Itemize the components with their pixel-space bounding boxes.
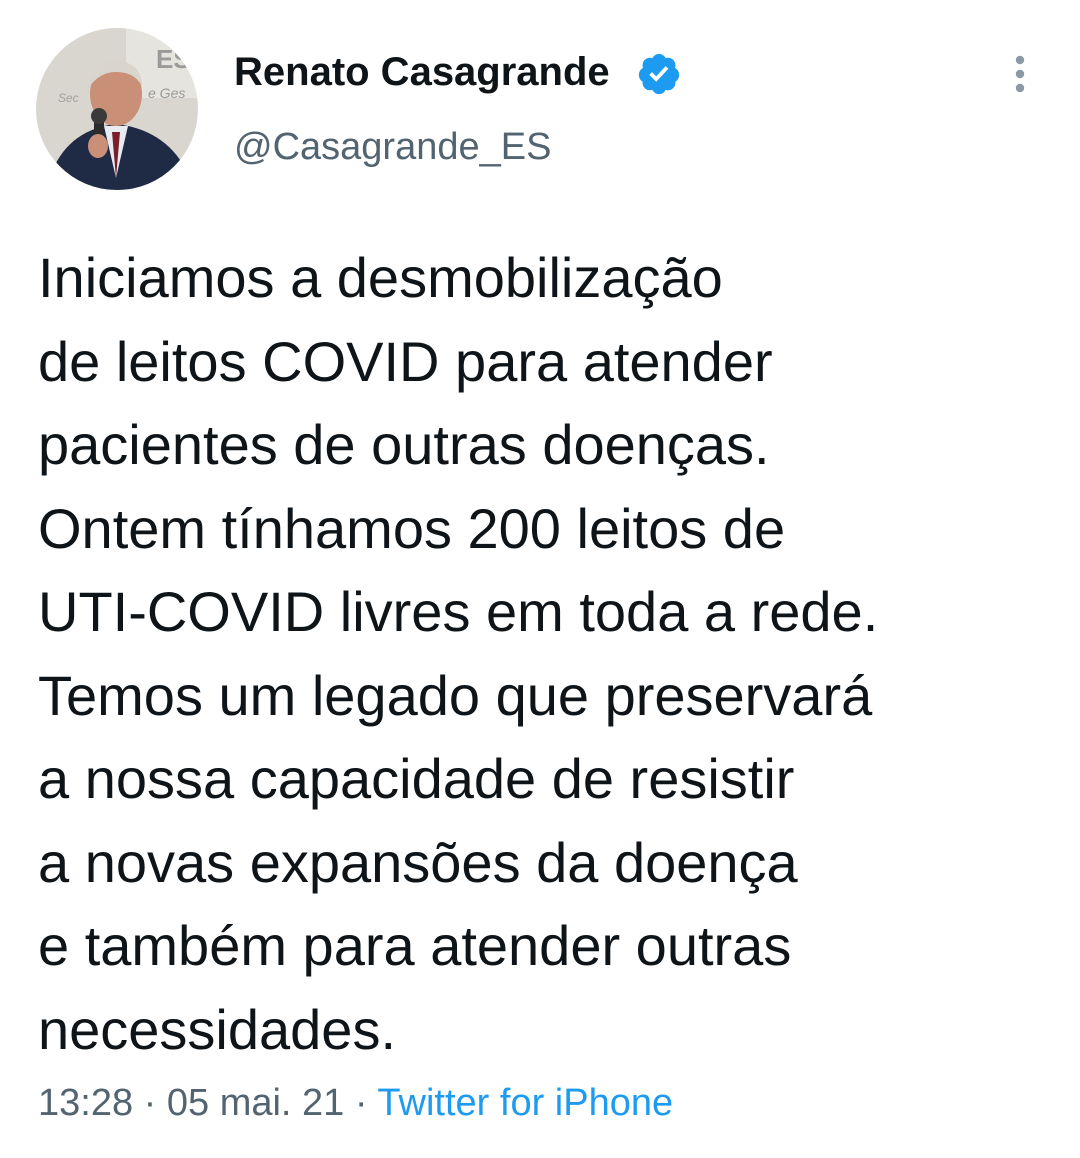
tweet-date[interactable]: 05 mai. 21 — [167, 1082, 344, 1124]
verified-badge-icon — [636, 51, 682, 97]
meta-separator: · — [354, 1082, 368, 1124]
more-options-icon[interactable] — [1004, 54, 1036, 98]
author-handle[interactable]: @Casagrande_ES — [234, 123, 551, 171]
avatar[interactable]: ESI e Ges Sec — [36, 28, 198, 190]
svg-text:Sec: Sec — [58, 91, 79, 105]
tweet-text: Iniciamos a desmobilização de leitos COV… — [38, 246, 879, 1061]
profile-photo: ESI e Ges Sec — [36, 28, 198, 190]
tweet-source-link[interactable]: Twitter for iPhone — [377, 1082, 673, 1124]
svg-text:ESI: ESI — [156, 44, 198, 74]
author-display-name[interactable]: Renato Casagrande — [234, 47, 610, 97]
tweet-meta: 13:28 · 05 mai. 21 · Twitter for iPhone — [38, 1078, 673, 1128]
tweet-time[interactable]: 13:28 — [38, 1082, 133, 1124]
svg-text:e Ges: e Ges — [148, 85, 185, 101]
meta-separator: · — [143, 1082, 157, 1124]
